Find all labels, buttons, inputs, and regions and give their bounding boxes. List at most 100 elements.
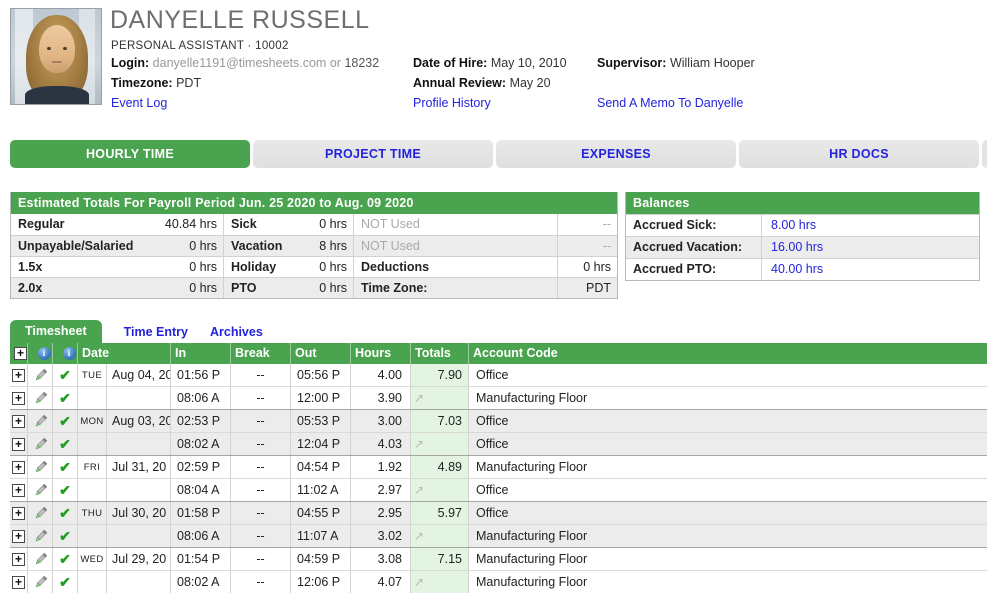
edit-row-icon[interactable] bbox=[33, 529, 48, 544]
edit-row-icon[interactable] bbox=[33, 552, 48, 567]
expand-row-icon[interactable]: + bbox=[12, 461, 25, 474]
timesheet-row: + ✔ 08:02 A -- 12:06 P 4.07 ↗ Manufactur bbox=[10, 571, 987, 593]
row-hours: 3.02 bbox=[350, 525, 410, 547]
timesheet-row: + ✔ 08:02 A -- 12:04 P 4.03 ↗ Office bbox=[10, 433, 987, 456]
edit-row-icon[interactable] bbox=[33, 506, 48, 521]
row-hours: 4.00 bbox=[350, 364, 410, 386]
row-in: 02:53 P bbox=[170, 410, 230, 432]
row-hours: 3.90 bbox=[350, 387, 410, 409]
row-out: 04:59 P bbox=[290, 548, 350, 570]
estimated-totals-body: Regular 40.84 hrs Sick 0 hrs NOT Used --… bbox=[11, 214, 617, 298]
est-value: -- bbox=[557, 236, 617, 256]
row-account-code: Manufacturing Floor bbox=[468, 548, 987, 570]
employee-id: 10002 bbox=[255, 40, 288, 52]
balance-row: Accrued PTO: 40.00 hrs bbox=[626, 258, 979, 280]
approved-check-icon: ✔ bbox=[59, 482, 71, 499]
info-icon[interactable]: i bbox=[63, 347, 76, 360]
edit-row-icon[interactable] bbox=[33, 414, 48, 429]
col-header-out: Out bbox=[290, 343, 350, 364]
row-total: 7.03 bbox=[438, 414, 462, 428]
row-out: 12:00 P bbox=[290, 387, 350, 409]
balance-row: Accrued Vacation: 16.00 hrs bbox=[626, 236, 979, 258]
row-in: 01:56 P bbox=[170, 364, 230, 386]
edit-row-icon[interactable] bbox=[33, 483, 48, 498]
tab-time-entry[interactable]: Time Entry bbox=[124, 325, 188, 339]
row-hours: 4.07 bbox=[350, 571, 410, 593]
annual-review-line: Annual Review: May 20 bbox=[413, 76, 551, 90]
timesheet-row: + ✔ FRI Jul 31, 20 02:59 P -- 04:54 P 1.… bbox=[10, 456, 987, 479]
info-icon[interactable]: i bbox=[38, 347, 51, 360]
timezone-line: Timezone: PDT bbox=[111, 76, 201, 90]
col-header-in: In bbox=[170, 343, 230, 364]
expand-row-icon[interactable]: + bbox=[12, 438, 25, 451]
row-date: Aug 04, 20 bbox=[106, 364, 170, 386]
est-label: 2.0x bbox=[11, 278, 151, 298]
send-memo-link[interactable]: Send A Memo To Danyelle bbox=[597, 96, 743, 110]
tab-archives[interactable]: Archives bbox=[210, 325, 263, 339]
tab-timesheet[interactable]: Timesheet bbox=[10, 320, 102, 343]
edit-row-icon[interactable] bbox=[33, 575, 48, 590]
event-log-link[interactable]: Event Log bbox=[111, 96, 167, 110]
expand-row-icon[interactable]: + bbox=[12, 507, 25, 520]
edit-row-icon[interactable] bbox=[33, 391, 48, 406]
accrued-pto-link[interactable]: 40.00 hrs bbox=[771, 262, 823, 276]
row-break: -- bbox=[230, 548, 290, 570]
supervisor-value: William Hooper bbox=[670, 56, 755, 70]
tab-expenses[interactable]: EXPENSES bbox=[496, 140, 736, 168]
expand-row-icon[interactable]: + bbox=[12, 530, 25, 543]
estimated-totals-row: 2.0x 0 hrs PTO 0 hrs Time Zone: PDT bbox=[11, 277, 617, 298]
col-header-account-code: Account Code bbox=[468, 343, 987, 364]
timesheet-row: + ✔ TUE Aug 04, 20 01:56 P -- 05:56 P 4.… bbox=[10, 364, 987, 387]
row-out: 12:06 P bbox=[290, 571, 350, 593]
row-date: Jul 31, 20 bbox=[106, 456, 170, 478]
row-in: 08:04 A bbox=[170, 479, 230, 501]
row-total: 7.90 bbox=[438, 368, 462, 382]
timesheet-body: + ✔ TUE Aug 04, 20 01:56 P -- 05:56 P 4.… bbox=[10, 364, 987, 593]
edit-row-icon[interactable] bbox=[33, 437, 48, 452]
annual-review-value: May 20 bbox=[510, 76, 551, 90]
annual-review-label: Annual Review: bbox=[413, 76, 506, 90]
row-in: 01:54 P bbox=[170, 548, 230, 570]
est-label: NOT Used bbox=[353, 214, 557, 235]
row-in: 08:02 A bbox=[170, 433, 230, 455]
timesheet-tab-bar: Timesheet Time Entry Archives bbox=[10, 320, 263, 343]
row-date bbox=[106, 433, 170, 455]
supervisor-line: Supervisor: William Hooper bbox=[597, 56, 755, 70]
expand-row-icon[interactable]: + bbox=[12, 553, 25, 566]
row-break: -- bbox=[230, 502, 290, 524]
balances-table: Balances Accrued Sick: 8.00 hrs Accrued … bbox=[625, 192, 980, 281]
row-date: Jul 29, 20 bbox=[106, 548, 170, 570]
edit-row-icon[interactable] bbox=[33, 460, 48, 475]
row-hours: 3.08 bbox=[350, 548, 410, 570]
timesheet-row: + ✔ WED Jul 29, 20 01:54 P -- 04:59 P 3.… bbox=[10, 548, 987, 571]
row-break: -- bbox=[230, 410, 290, 432]
expand-all-icon[interactable]: + bbox=[14, 347, 27, 360]
supervisor-label: Supervisor: bbox=[597, 56, 666, 70]
accrued-vacation-link[interactable]: 16.00 hrs bbox=[771, 240, 823, 254]
est-value: 0 hrs bbox=[151, 257, 223, 277]
approved-check-icon: ✔ bbox=[59, 459, 71, 476]
row-total: 4.89 bbox=[438, 460, 462, 474]
expand-row-icon[interactable]: + bbox=[12, 415, 25, 428]
row-out: 12:04 P bbox=[290, 433, 350, 455]
login-number: 18232 bbox=[344, 56, 379, 70]
expand-row-icon[interactable]: + bbox=[12, 484, 25, 497]
profile-history-link[interactable]: Profile History bbox=[413, 96, 491, 110]
approved-check-icon: ✔ bbox=[59, 413, 71, 430]
edit-row-icon[interactable] bbox=[33, 368, 48, 383]
balance-label: Accrued Sick: bbox=[626, 215, 761, 236]
estimated-totals-row: Regular 40.84 hrs Sick 0 hrs NOT Used -- bbox=[11, 214, 617, 235]
row-break: -- bbox=[230, 571, 290, 593]
est-label: Regular bbox=[11, 214, 151, 235]
main-tab-bar: HOURLY TIME PROJECT TIME EXPENSES HR DOC… bbox=[10, 140, 979, 168]
approved-check-icon: ✔ bbox=[59, 367, 71, 384]
tab-hr-docs[interactable]: HR DOCS bbox=[739, 140, 979, 168]
expand-row-icon[interactable]: + bbox=[12, 392, 25, 405]
tab-project-time[interactable]: PROJECT TIME bbox=[253, 140, 493, 168]
tab-hourly-time[interactable]: HOURLY TIME bbox=[10, 140, 250, 168]
accrued-sick-link[interactable]: 8.00 hrs bbox=[771, 218, 816, 232]
row-break: -- bbox=[230, 433, 290, 455]
expand-row-icon[interactable]: + bbox=[12, 576, 25, 589]
expand-row-icon[interactable]: + bbox=[12, 369, 25, 382]
timezone-label: Timezone: bbox=[111, 76, 173, 90]
